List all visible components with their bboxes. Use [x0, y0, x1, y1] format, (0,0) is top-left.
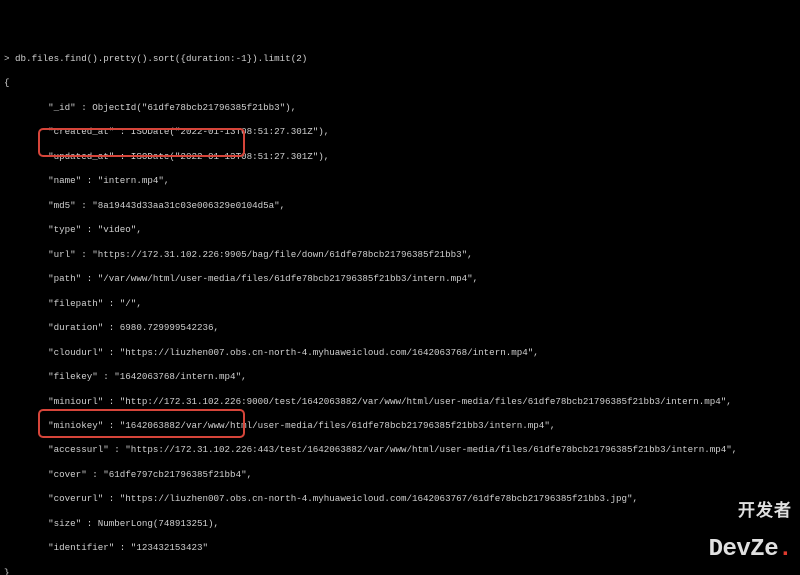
doc1-identifier: "identifier" : "123432153423" [4, 542, 800, 554]
brace-close-1: } [4, 567, 800, 575]
doc1-filepath: "filepath" : "/", [4, 298, 800, 310]
doc1-accessurl: "accessurl" : "https://172.31.102.226:44… [4, 444, 800, 456]
doc1-id: "_id" : ObjectId("61dfe78bcb21796385f21b… [4, 102, 800, 114]
doc1-type: "type" : "video", [4, 224, 800, 236]
doc1-size: "size" : NumberLong(748913251), [4, 518, 800, 530]
doc1-duration: "duration" : 6980.729999542236, [4, 322, 800, 334]
doc1-created: "created_at" : ISODate("2022-01-13T08:51… [4, 126, 800, 138]
doc1-path: "path" : "/var/www/html/user-media/files… [4, 273, 800, 285]
command-line: > db.files.find().pretty().sort({duratio… [4, 53, 800, 65]
doc1-cover: "cover" : "61dfe797cb21796385f21bb4", [4, 469, 800, 481]
doc1-filekey: "filekey" : "1642063768/intern.mp4", [4, 371, 800, 383]
doc1-coverurl: "coverurl" : "https://liuzhen007.obs.cn-… [4, 493, 800, 505]
doc1-name: "name" : "intern.mp4", [4, 175, 800, 187]
doc1-miniourl: "miniourl" : "http://172.31.102.226:9000… [4, 396, 800, 408]
brace-open-1: { [4, 77, 800, 89]
doc1-cloudurl: "cloudurl" : "https://liuzhen007.obs.cn-… [4, 347, 800, 359]
doc1-md5: "md5" : "8a19443d33aa31c03e006329e0104d5… [4, 200, 800, 212]
doc1-updated: "updated_at" : ISODate("2022-01-13T08:51… [4, 151, 800, 163]
doc1-url: "url" : "https://172.31.102.226:9905/bag… [4, 249, 800, 261]
doc1-miniokey: "miniokey" : "1642063882/var/www/html/us… [4, 420, 800, 432]
